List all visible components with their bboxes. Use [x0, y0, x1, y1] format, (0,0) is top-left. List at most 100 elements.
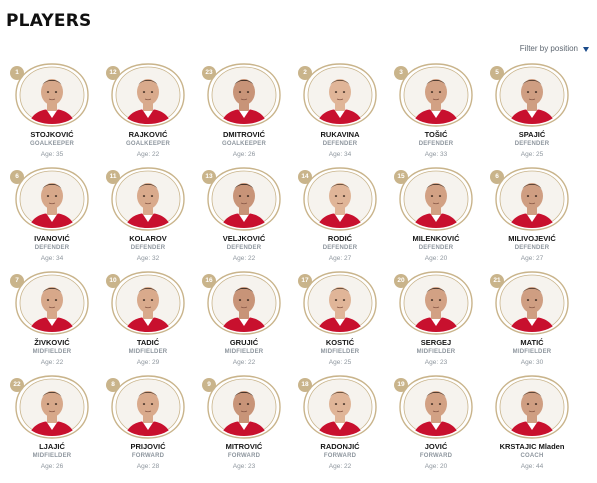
player-photo	[494, 374, 570, 440]
filter-label: Filter by position	[519, 44, 578, 53]
age-label: Age:	[232, 359, 247, 366]
player-position: FORWARD	[323, 453, 357, 459]
player-photo	[110, 166, 186, 232]
player-number-badge: 9	[202, 378, 216, 392]
age-label: Age:	[424, 255, 439, 262]
player-position: MIDFIELDER	[512, 349, 552, 355]
player-card[interactable]: 17 KOSTIĆ MIDFIELDER Age: 25	[292, 270, 388, 372]
player-name: SPAJIĆ	[518, 130, 546, 139]
player-card[interactable]: 16 GRUJIĆ MIDFIELDER Age: 22	[196, 270, 292, 372]
player-number-badge: 23	[202, 66, 216, 80]
player-photo	[206, 270, 282, 336]
player-number-badge: 22	[10, 378, 24, 392]
age-label: Age:	[424, 463, 439, 470]
player-number-badge: 21	[490, 274, 504, 288]
player-position: MIDFIELDER	[32, 453, 72, 459]
player-card[interactable]: 11 KOLAROV DEFENDER Age: 32	[100, 166, 196, 268]
player-photo	[302, 62, 378, 128]
player-photo	[14, 62, 90, 128]
player-card[interactable]: 7 ŽIVKOVIĆ MIDFIELDER Age: 22	[4, 270, 100, 372]
player-name: ŽIVKOVIĆ	[34, 338, 70, 347]
player-card[interactable]: 6 IVANOVIĆ DEFENDER Age: 34	[4, 166, 100, 268]
player-name: MITROVIĆ	[225, 442, 263, 451]
player-age: Age: 20	[388, 463, 484, 470]
player-name: PRIJOVIĆ	[130, 442, 166, 451]
player-photo	[110, 62, 186, 128]
player-card[interactable]: 1 STOJKOVIĆ GOALKEEPER Age: 35	[4, 62, 100, 164]
age-label: Age:	[40, 463, 55, 470]
player-name: IVANOVIĆ	[34, 234, 70, 243]
player-position: GOALKEEPER	[125, 141, 170, 147]
player-name: STOJKOVIĆ	[30, 130, 74, 139]
player-age: Age: 23	[196, 463, 292, 470]
player-photo	[494, 270, 570, 336]
age-value: 30	[535, 359, 544, 366]
age-label: Age:	[232, 255, 247, 262]
player-photo	[494, 166, 570, 232]
player-position: DEFENDER	[514, 141, 550, 147]
age-label: Age:	[520, 359, 535, 366]
player-card[interactable]: 8 PRIJOVIĆ FORWARD Age: 28	[100, 374, 196, 476]
position-filter-dropdown[interactable]: Filter by position	[520, 44, 589, 53]
player-card[interactable]: 21 MATIĆ MIDFIELDER Age: 30	[484, 270, 580, 372]
player-card[interactable]: 6 MILIVOJEVIĆ DEFENDER Age: 27	[484, 166, 580, 268]
player-age: Age: 26	[196, 151, 292, 158]
age-value: 22	[247, 255, 256, 262]
player-age: Age: 22	[196, 255, 292, 262]
player-name: VELJKOVIĆ	[222, 234, 266, 243]
player-age: Age: 29	[100, 359, 196, 366]
age-value: 26	[55, 463, 64, 470]
player-card[interactable]: 23 DMITROVIĆ GOALKEEPER Age: 26	[196, 62, 292, 164]
player-number-badge: 8	[106, 378, 120, 392]
player-photo	[14, 270, 90, 336]
player-age: Age: 30	[484, 359, 580, 366]
age-value: 22	[343, 463, 352, 470]
player-card[interactable]: 18 RADONJIĆ FORWARD Age: 22	[292, 374, 388, 476]
player-number-badge: 12	[106, 66, 120, 80]
player-card[interactable]: 5 SPAJIĆ DEFENDER Age: 25	[484, 62, 580, 164]
player-number-badge: 6	[10, 170, 24, 184]
age-label: Age:	[232, 463, 247, 470]
player-number-badge: 6	[490, 170, 504, 184]
player-age: Age: 28	[100, 463, 196, 470]
player-photo	[302, 166, 378, 232]
player-name: KOSTIĆ	[325, 338, 355, 347]
player-position: COACH	[520, 453, 544, 459]
age-label: Age:	[328, 463, 343, 470]
age-value: 27	[535, 255, 544, 262]
player-card[interactable]: 14 RODIĆ DEFENDER Age: 27	[292, 166, 388, 268]
player-card[interactable]: 13 VELJKOVIĆ DEFENDER Age: 22	[196, 166, 292, 268]
player-photo	[398, 374, 474, 440]
player-card[interactable]: 9 MITROVIĆ FORWARD Age: 23	[196, 374, 292, 476]
player-card[interactable]: 2 RUKAVINA DEFENDER Age: 34	[292, 62, 388, 164]
player-photo	[398, 166, 474, 232]
dropdown-arrow-icon	[583, 46, 589, 52]
age-value: 23	[439, 359, 448, 366]
player-card[interactable]: 22 LJAJIĆ MIDFIELDER Age: 26	[4, 374, 100, 476]
player-number-badge: 13	[202, 170, 216, 184]
age-value: 27	[343, 255, 352, 262]
player-number-badge: 5	[490, 66, 504, 80]
player-card[interactable]: KRSTAJIC Mladen COACH Age: 44	[484, 374, 580, 476]
player-position: DEFENDER	[34, 245, 70, 251]
player-age: Age: 27	[484, 255, 580, 262]
player-number-badge: 15	[394, 170, 408, 184]
player-number-badge: 19	[394, 378, 408, 392]
age-label: Age:	[232, 151, 247, 158]
player-card[interactable]: 15 MILENKOVIĆ DEFENDER Age: 20	[388, 166, 484, 268]
player-card[interactable]: 20 SERGEJ MIDFIELDER Age: 23	[388, 270, 484, 372]
player-card[interactable]: 19 JOVIĆ FORWARD Age: 20	[388, 374, 484, 476]
player-photo	[14, 166, 90, 232]
player-photo	[206, 62, 282, 128]
player-photo	[110, 270, 186, 336]
age-value: 34	[343, 151, 352, 158]
player-name: DMITROVIĆ	[222, 130, 266, 139]
player-card[interactable]: 12 RAJKOVIĆ GOALKEEPER Age: 22	[100, 62, 196, 164]
player-age: Age: 22	[4, 359, 100, 366]
player-position: DEFENDER	[226, 245, 262, 251]
player-card[interactable]: 3 TOŠIĆ DEFENDER Age: 33	[388, 62, 484, 164]
age-value: 25	[343, 359, 352, 366]
player-position: DEFENDER	[418, 245, 454, 251]
player-name: TADIĆ	[136, 338, 160, 347]
player-card[interactable]: 10 TADIĆ MIDFIELDER Age: 29	[100, 270, 196, 372]
